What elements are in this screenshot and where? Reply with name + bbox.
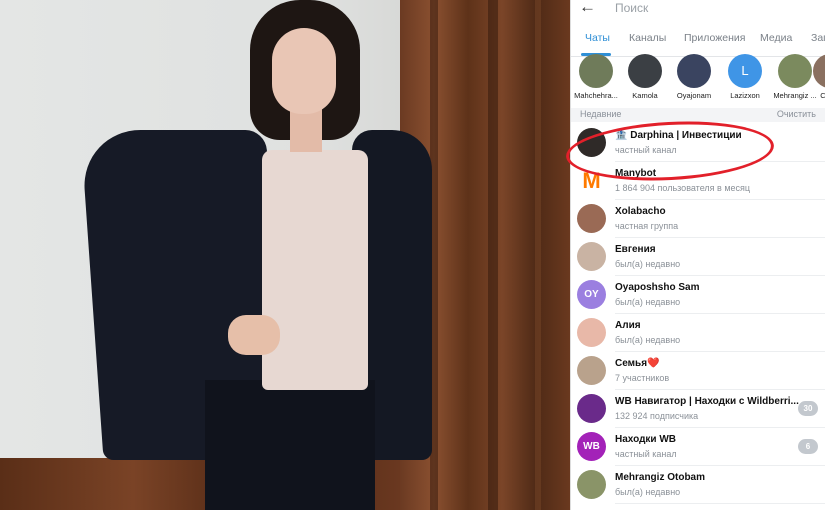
- unread-badge: 30: [798, 401, 818, 416]
- avatar: [577, 318, 606, 347]
- chat-name: WB Навигатор | Находки с Wildberri...: [615, 396, 799, 407]
- chat-subtitle: был(а) недавно: [615, 335, 681, 345]
- chat-row[interactable]: Евгения был(а) недавно: [571, 238, 825, 276]
- chat-subtitle: был(а) недавно: [615, 259, 681, 269]
- chat-subtitle: был(а) недавно: [615, 297, 681, 307]
- chat-row[interactable]: Mehrangiz Otobam был(а) недавно: [571, 466, 825, 504]
- avatar: [577, 242, 606, 271]
- chat-row[interactable]: Алия был(а) недавно: [571, 314, 825, 352]
- top-contacts: Mahchehra... Kamola Oyajonam L Lazizxon …: [571, 54, 825, 106]
- chat-subtitle: частный канал: [615, 449, 677, 459]
- chat-subtitle: 7 участников: [615, 373, 670, 383]
- chat-subtitle: частная группа: [615, 221, 679, 231]
- search-input[interactable]: Поиск: [615, 1, 648, 15]
- chat-name: Находки WB: [615, 434, 677, 445]
- contact-chip[interactable]: Kamola: [620, 54, 670, 100]
- avatar: [813, 54, 825, 88]
- recent-label: Недавние: [580, 109, 622, 119]
- chat-name: Oyaposhsho Sam: [615, 282, 700, 293]
- contact-chip[interactable]: С: [813, 54, 825, 100]
- recent-header: Недавние Очистить: [571, 108, 825, 122]
- chat-name: Алия: [615, 320, 641, 331]
- avatar: [577, 356, 606, 385]
- chat-row[interactable]: Xolabacho частная группа: [571, 200, 825, 238]
- chat-name: Евгения: [615, 244, 656, 255]
- tab-media[interactable]: Медиа: [760, 32, 792, 44]
- portrait-photo: [0, 0, 570, 510]
- chat-name: Xolabacho: [615, 206, 666, 217]
- unread-badge: 6: [798, 439, 818, 454]
- chat-row[interactable]: WB Находки WB частный канал 6: [571, 428, 825, 466]
- face: [272, 28, 336, 114]
- avatar: [579, 54, 613, 88]
- contact-chip[interactable]: L Lazizxon: [720, 54, 770, 100]
- avatar: [577, 204, 606, 233]
- tab-chats[interactable]: Чаты: [585, 32, 610, 44]
- tab-apps[interactable]: Приложения: [684, 32, 745, 44]
- search-tabs: Чаты Каналы Приложения Медиа Заг: [571, 26, 825, 57]
- chat-name: Mehrangiz Otobam: [615, 472, 706, 483]
- chat-name: Семья❤️: [615, 358, 660, 369]
- tab-channels[interactable]: Каналы: [629, 32, 666, 44]
- chat-subtitle: 132 924 подписчика: [615, 411, 699, 421]
- contact-chip[interactable]: Mahchehra...: [571, 54, 621, 100]
- chat-row[interactable]: Семья❤️ 7 участников: [571, 352, 825, 390]
- contact-chip[interactable]: Oyajonam: [669, 54, 719, 100]
- arrow-left-icon[interactable]: ←: [579, 0, 596, 17]
- avatar: OY: [577, 280, 606, 309]
- avatar: [577, 394, 606, 423]
- telegram-search-panel: ← Поиск Чаты Каналы Приложения Медиа Заг…: [570, 0, 825, 510]
- avatar: [778, 54, 812, 88]
- search-bar: ← Поиск: [571, 0, 825, 18]
- avatar: [577, 470, 606, 499]
- chat-subtitle: 1 864 904 пользователя в месяц: [615, 183, 751, 193]
- tab-downloads[interactable]: Заг: [811, 32, 825, 44]
- avatar: [677, 54, 711, 88]
- blouse: [262, 150, 368, 390]
- chat-list: 🏦 Darphina | Инвестиции частный канал M …: [571, 124, 825, 504]
- chat-subtitle: был(а) недавно: [615, 487, 681, 497]
- clear-button[interactable]: Очистить: [777, 109, 816, 119]
- avatar: L: [728, 54, 762, 88]
- avatar: WB: [577, 432, 606, 461]
- chat-row[interactable]: WB Навигатор | Находки с Wildberri... 13…: [571, 390, 825, 428]
- pants: [205, 380, 375, 510]
- avatar: [628, 54, 662, 88]
- chat-row[interactable]: OY Oyaposhsho Sam был(а) недавно: [571, 276, 825, 314]
- hand: [228, 315, 280, 355]
